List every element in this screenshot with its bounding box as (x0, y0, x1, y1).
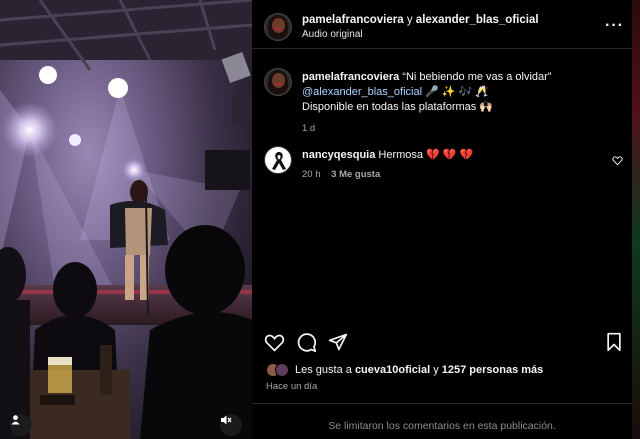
post-authors: pamelafrancoviera y alexander_blas_ofici… (302, 14, 539, 26)
caption-mention-link[interactable]: @alexander_blas_oficial (302, 86, 422, 98)
post-caption: pamelafrancoviera “Ni bebiendo me vas a … (302, 70, 602, 136)
heart-icon (612, 156, 623, 166)
caption-title: “Ni bebiendo me vas a olvidar” (402, 71, 552, 83)
caption-line2: Disponible en todas las plataformas 🙌🏻 (302, 101, 494, 113)
post-details-panel: pamelafrancoviera y alexander_blas_ofici… (252, 0, 632, 439)
mute-button[interactable] (220, 414, 242, 436)
post-actions-bar (252, 328, 632, 358)
comment-icon (297, 333, 317, 353)
comment-likes-link[interactable]: 3 Me gusta (331, 169, 380, 180)
user-tag-icon (11, 415, 20, 425)
post-date[interactable]: Hace un día (266, 381, 317, 392)
caption-emojis: 🎤 ✨ 🎶 🥂 (425, 86, 490, 98)
author-username-link[interactable]: pamelafrancoviera (302, 14, 404, 26)
background-page-edge (632, 0, 640, 439)
post-video[interactable] (0, 0, 252, 439)
likes-connector: y (433, 364, 439, 376)
comment-like-button[interactable] (612, 153, 623, 171)
likes-others-link[interactable]: 1257 personas más (442, 364, 544, 376)
more-options-icon: ··· (605, 17, 624, 34)
bookmark-icon (607, 332, 621, 352)
caption-username-link[interactable]: pamelafrancoviera (302, 71, 399, 83)
heart-icon (264, 334, 285, 352)
comment-item: nancyqesquia Hermosa 💔 💔 💔 20 h 3 Me gus… (302, 148, 602, 180)
tagged-users-button[interactable] (10, 414, 32, 436)
likes-summary: Les gusta a cueva10oficial y 1257 person… (266, 363, 543, 377)
author-avatar[interactable] (264, 13, 292, 41)
black-ribbon-icon (272, 152, 286, 170)
caption-time[interactable]: 1 d (302, 121, 602, 136)
footer-divider (252, 403, 632, 404)
comment-username-link[interactable]: nancyqesquia (302, 149, 375, 161)
comment-button[interactable] (296, 332, 317, 358)
authors-connector: y (406, 14, 413, 26)
comment-time[interactable]: 20 h (302, 169, 321, 180)
liker-avatar (275, 363, 289, 377)
caption-author-avatar[interactable] (264, 68, 292, 96)
comment-text: Hermosa 💔 💔 💔 (378, 149, 474, 161)
share-icon (328, 333, 348, 351)
liker-username-link[interactable]: cueva10oficial (355, 364, 430, 376)
commenter-avatar[interactable] (264, 146, 292, 174)
comments-limited-notice: Se limitaron los comentarios en esta pub… (328, 420, 556, 432)
post-header: pamelafrancoviera y alexander_blas_ofici… (252, 0, 632, 48)
more-options-button[interactable]: ··· (605, 17, 624, 35)
muted-speaker-icon (221, 415, 232, 425)
coauthor-username-link[interactable]: alexander_blas_oficial (416, 14, 539, 26)
share-button[interactable] (328, 332, 348, 357)
likes-prefix: Les gusta a (295, 364, 352, 376)
like-button[interactable] (264, 332, 285, 358)
audio-link[interactable]: Audio original (302, 29, 363, 40)
stage-scene (0, 0, 252, 439)
header-divider (252, 48, 632, 49)
save-button[interactable] (605, 332, 623, 357)
